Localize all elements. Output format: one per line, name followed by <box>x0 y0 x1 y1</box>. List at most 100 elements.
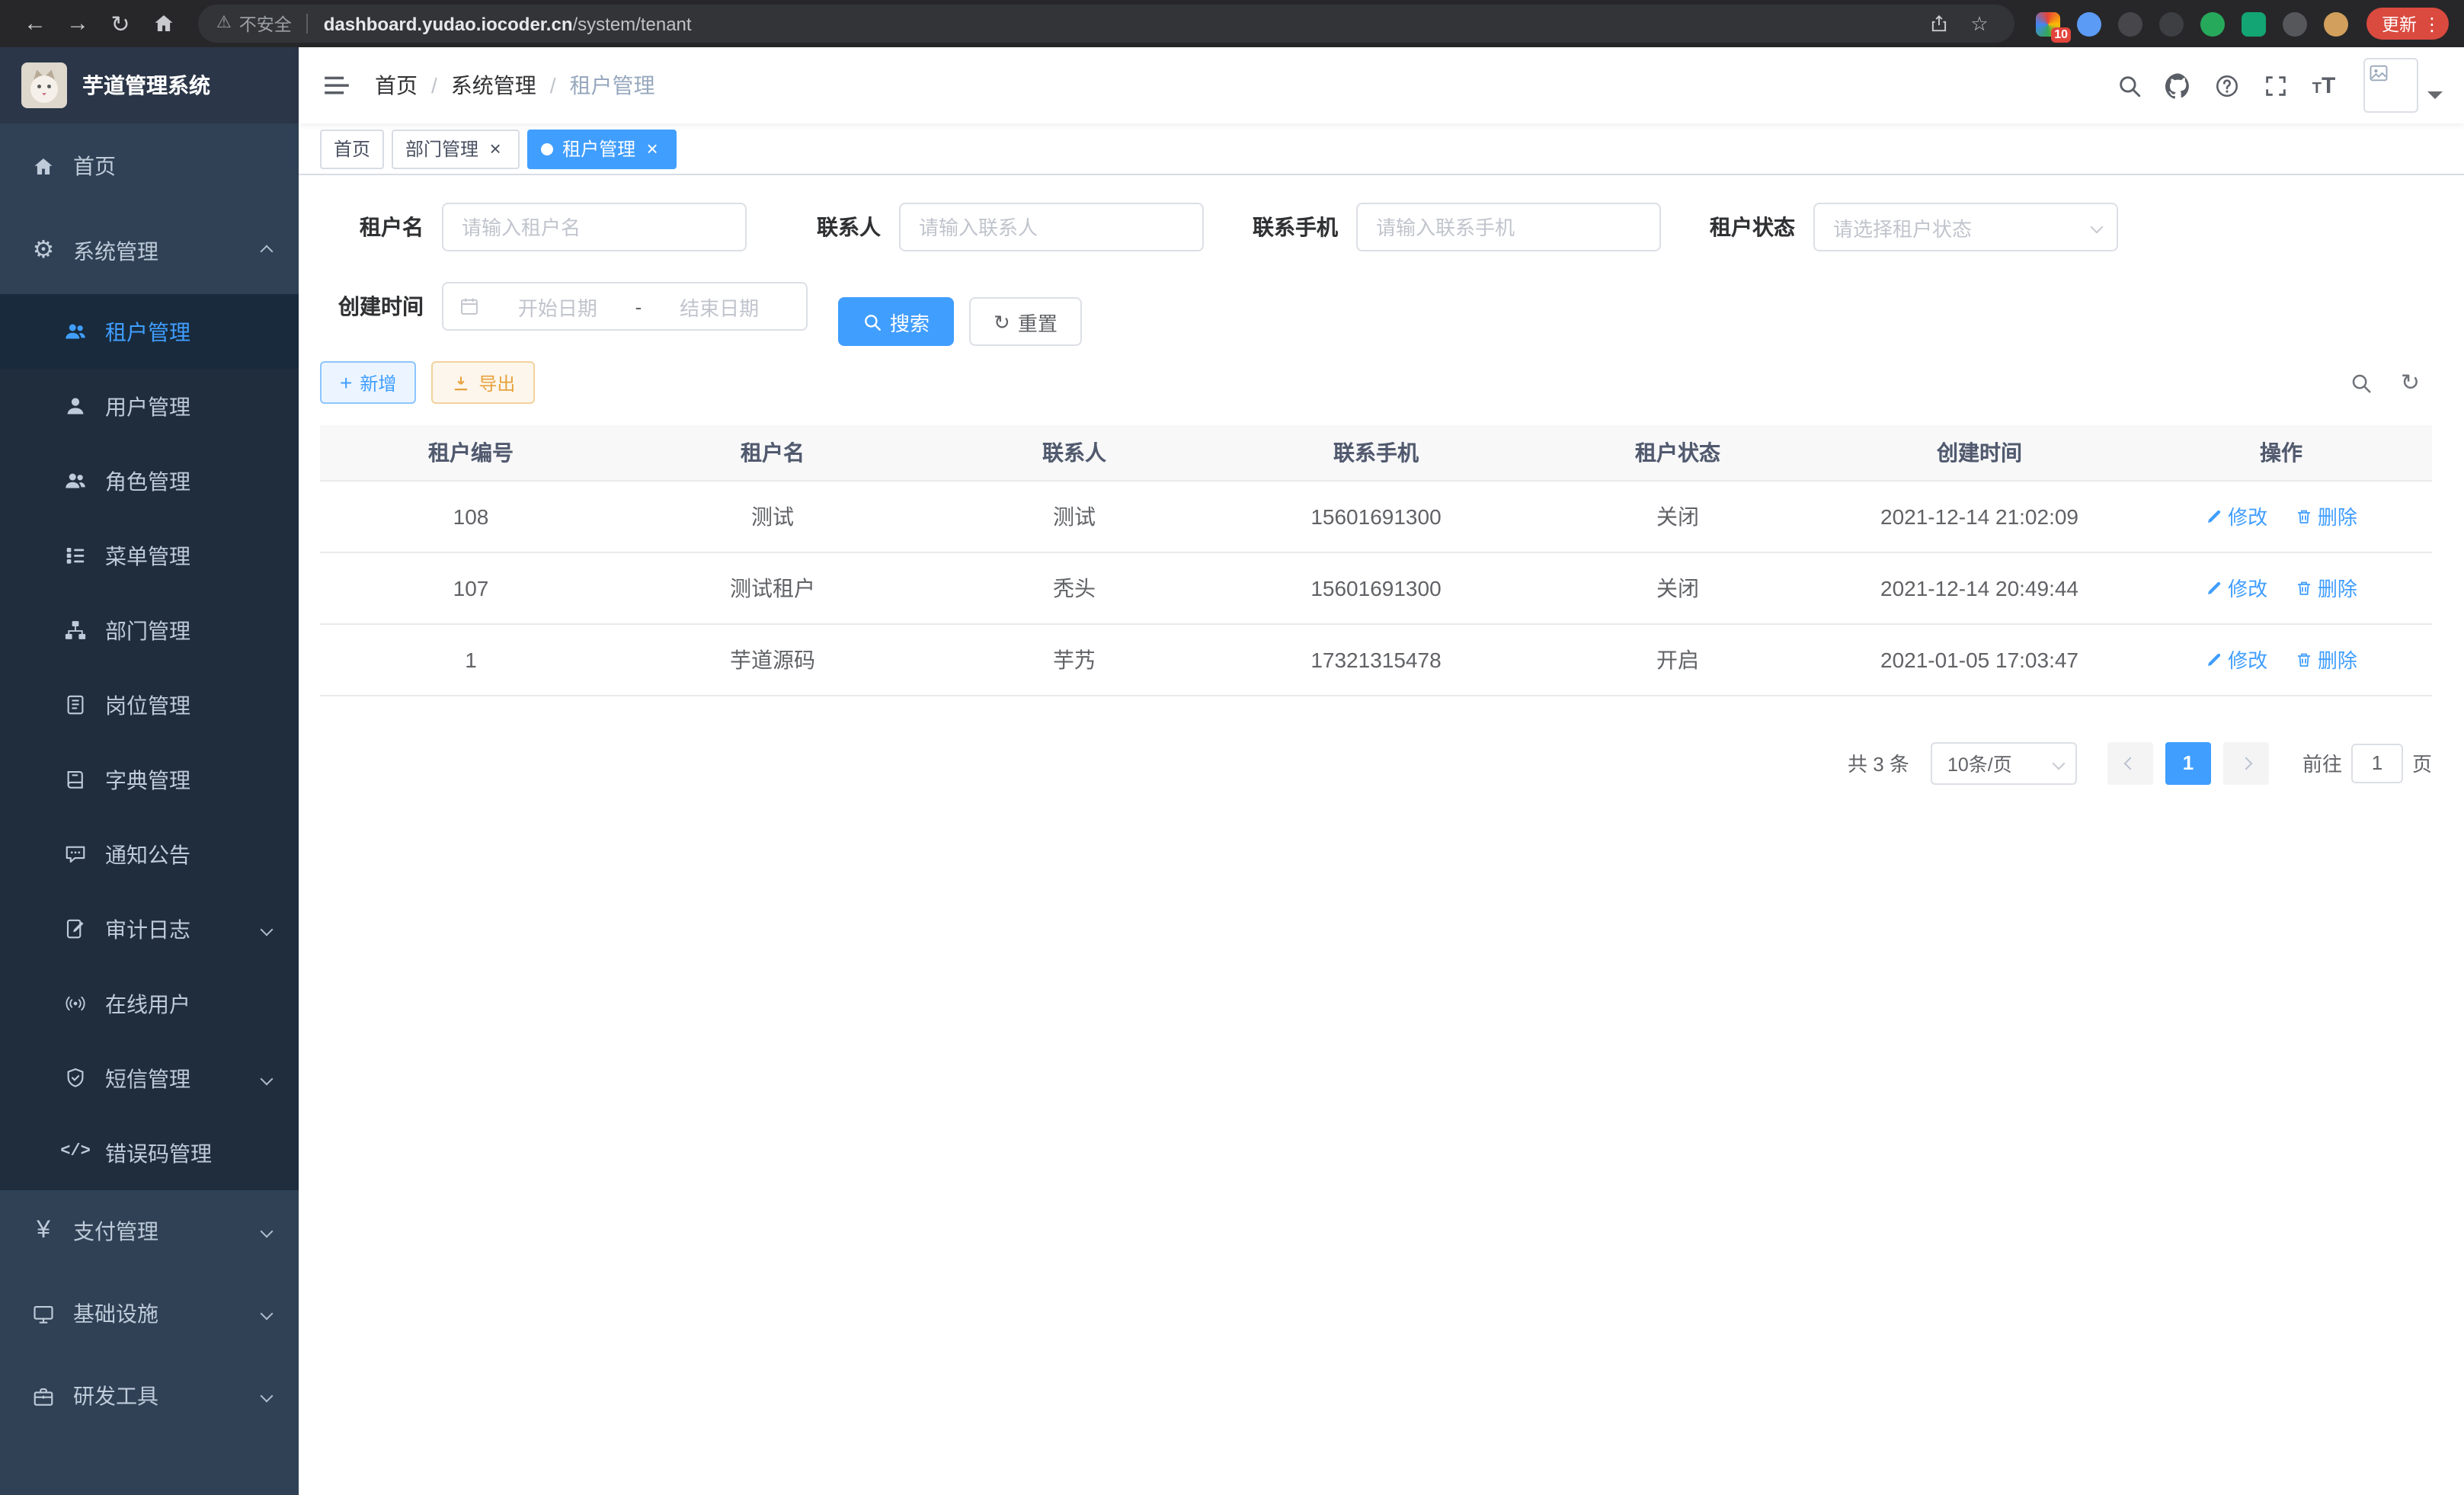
avatar <box>2363 58 2418 113</box>
tenant-name-input[interactable] <box>442 203 747 251</box>
create-time-range-picker[interactable]: 开始日期 - 结束日期 <box>442 282 808 331</box>
font-size-icon[interactable]: TT <box>2299 47 2348 123</box>
close-icon[interactable]: × <box>642 138 663 159</box>
extension-icon-blue[interactable] <box>2077 11 2101 36</box>
delete-link[interactable]: 删除 <box>2295 573 2357 602</box>
breadcrumb-home[interactable]: 首页 <box>375 70 418 101</box>
update-button[interactable]: 更新 ⋮ <box>2366 8 2449 40</box>
tag-tenant[interactable]: 租户管理 × <box>527 129 677 168</box>
caret-down-icon <box>2427 91 2443 107</box>
address-bar[interactable]: ⚠ 不安全 dashboard.yudao.iocoder.cn/system/… <box>198 5 2014 43</box>
sidebar-item-menu[interactable]: 菜单管理 <box>0 518 299 593</box>
cell-phone: 15601691300 <box>1225 552 1527 623</box>
url-domain: dashboard.yudao.iocoder.cn <box>324 13 573 34</box>
extension-icon-dark-1[interactable] <box>2118 11 2142 36</box>
sidebar-item-post[interactable]: 岗位管理 <box>0 667 299 742</box>
extension-icon-green-1[interactable] <box>2200 11 2225 36</box>
bookmark-star-icon[interactable]: ☆ <box>1963 11 1996 36</box>
delete-link[interactable]: 删除 <box>2295 645 2357 674</box>
tag-dept[interactable]: 部门管理 × <box>392 129 520 168</box>
forward-icon[interactable]: → <box>58 4 98 43</box>
chevron-down-icon <box>2091 221 2104 234</box>
sidebar-item-label: 错误码管理 <box>105 1138 212 1168</box>
collapse-sidebar-icon[interactable] <box>299 70 375 101</box>
sidebar-item-sms[interactable]: 短信管理 <box>0 1041 299 1116</box>
avatar-menu[interactable] <box>2363 58 2443 113</box>
reset-button[interactable]: ↻ 重置 <box>969 297 1082 346</box>
col-contact: 联系人 <box>923 425 1225 480</box>
browser-menu-icon[interactable]: ⋮ <box>2423 14 2441 33</box>
back-icon[interactable]: ← <box>15 4 55 43</box>
sidebar-item-infra[interactable]: 基础设施 <box>0 1273 299 1355</box>
extension-icon-green-2[interactable] <box>2242 11 2266 36</box>
sidebar-item-home[interactable]: 首页 <box>0 123 299 209</box>
cell-tenant-name: 芋道源码 <box>622 623 923 695</box>
sidebar-item-role[interactable]: 角色管理 <box>0 443 299 518</box>
extension-icon-dark-2[interactable] <box>2159 11 2184 36</box>
notice-message-icon <box>62 841 88 867</box>
extension-icon-gray[interactable] <box>2283 11 2307 36</box>
dept-tree-icon <box>62 617 88 643</box>
page-1-button[interactable]: 1 <box>2165 741 2211 784</box>
sidebar-item-tools[interactable]: 研发工具 <box>0 1355 299 1437</box>
sidebar-item-label: 支付管理 <box>73 1216 158 1247</box>
monitor-icon <box>30 1301 56 1327</box>
extension-icon-colorful[interactable]: 10 <box>2036 11 2060 36</box>
filter-status: 租户状态 请选择租户状态 <box>1691 203 2118 251</box>
screen: ← → ↻ ⚠ 不安全 dashboard.yudao.iocoder.cn/s… <box>0 0 2464 1495</box>
help-question-icon[interactable] <box>2202 47 2251 123</box>
header-search-icon[interactable] <box>2104 47 2153 123</box>
search-button[interactable]: 搜索 <box>838 297 954 346</box>
breadcrumb-current: 租户管理 <box>570 70 655 101</box>
sidebar-item-system[interactable]: ⚙ 系统管理 <box>0 209 299 294</box>
prev-page-button[interactable] <box>2107 741 2153 784</box>
goto-page-input[interactable] <box>2351 743 2403 783</box>
breadcrumb-separator: / <box>550 73 556 98</box>
sidebar-item-online[interactable]: 在线用户 <box>0 966 299 1041</box>
github-icon[interactable] <box>2153 47 2202 123</box>
share-icon[interactable] <box>1922 14 1955 34</box>
edit-link[interactable]: 修改 <box>2205 645 2267 674</box>
reload-icon[interactable]: ↻ <box>101 4 140 43</box>
edit-link[interactable]: 修改 <box>2205 501 2267 530</box>
cell-created: 2021-12-14 21:02:09 <box>1829 480 2130 552</box>
tenant-users-icon <box>62 319 88 344</box>
cell-tenant-id: 108 <box>320 480 622 552</box>
profile-avatar-icon[interactable] <box>2324 11 2348 36</box>
phone-input[interactable] <box>1356 203 1661 251</box>
tag-home[interactable]: 首页 <box>320 129 384 168</box>
export-button[interactable]: 导出 <box>431 361 535 404</box>
page-size-select[interactable]: 10条/页 <box>1931 741 2077 784</box>
code-icon: </> <box>62 1140 88 1166</box>
delete-link[interactable]: 删除 <box>2295 501 2357 530</box>
toggle-search-icon[interactable] <box>2350 371 2373 394</box>
sidebar-item-pay[interactable]: ¥ 支付管理 <box>0 1190 299 1273</box>
sidebar-item-errcode[interactable]: </> 错误码管理 <box>0 1116 299 1190</box>
table-row: 1 芋道源码 芋艿 17321315478 开启 2021-01-05 17:0… <box>320 623 2432 695</box>
security-warning-label: 不安全 <box>239 11 292 36</box>
browser-home-icon[interactable] <box>143 4 183 43</box>
sidebar-item-dict[interactable]: 字典管理 <box>0 742 299 817</box>
fullscreen-icon[interactable] <box>2251 47 2299 123</box>
extension-badge: 10 <box>2051 27 2071 42</box>
breadcrumb-system[interactable]: 系统管理 <box>451 70 536 101</box>
sidebar-item-tenant[interactable]: 租户管理 <box>0 294 299 369</box>
sidebar-item-notice[interactable]: 通知公告 <box>0 817 299 892</box>
app-logo[interactable]: 芋道管理系统 <box>0 47 299 123</box>
tenant-status-select[interactable]: 请选择租户状态 <box>1813 203 2118 251</box>
contact-input[interactable] <box>899 203 1204 251</box>
close-icon[interactable]: × <box>485 138 506 159</box>
breadcrumb: 首页 / 系统管理 / 租户管理 <box>375 70 655 101</box>
url-path: /system/tenant <box>573 13 692 34</box>
home-icon <box>30 153 56 179</box>
sidebar-item-dept[interactable]: 部门管理 <box>0 593 299 667</box>
add-button[interactable]: + 新增 <box>320 361 416 404</box>
main-column: 首页 / 系统管理 / 租户管理 <box>299 47 2464 1495</box>
chevron-down-icon <box>261 1308 274 1321</box>
next-page-button[interactable] <box>2223 741 2269 784</box>
audit-log-icon <box>62 916 88 942</box>
edit-link[interactable]: 修改 <box>2205 573 2267 602</box>
sidebar-item-user[interactable]: 用户管理 <box>0 369 299 443</box>
sidebar-item-audit[interactable]: 审计日志 <box>0 892 299 966</box>
refresh-table-icon[interactable]: ↻ <box>2401 371 2420 394</box>
